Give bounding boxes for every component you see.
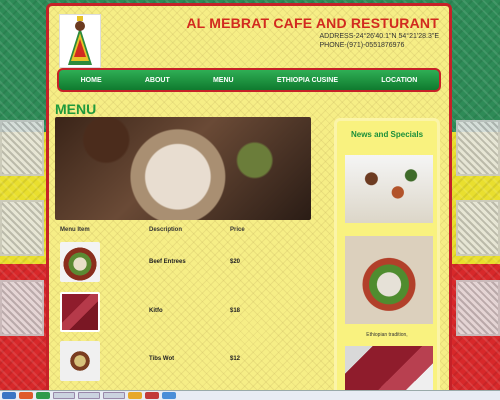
site-logo — [59, 14, 101, 68]
nav-home[interactable]: HOME — [81, 77, 102, 84]
app-icon[interactable] — [36, 392, 50, 399]
menu-item-price: $18 — [230, 308, 241, 314]
start-icon[interactable] — [2, 392, 16, 399]
menu-item-name: Kitfo — [149, 308, 163, 314]
column-header-description: Description — [149, 227, 183, 233]
menu-item-image — [60, 242, 100, 282]
taskbar-window-button[interactable] — [53, 392, 75, 399]
app-icon[interactable] — [162, 392, 176, 399]
site-title: AL MEBRAT CAFE AND RESTURANT — [186, 15, 439, 31]
app-icon[interactable] — [145, 392, 159, 399]
side-pattern-tile — [0, 120, 44, 176]
nav-location[interactable]: LOCATION — [381, 77, 417, 84]
side-pattern-tile — [0, 280, 44, 336]
menu-item-image — [60, 292, 100, 332]
folder-icon[interactable] — [128, 392, 142, 399]
menu-item-price: $20 — [230, 259, 241, 265]
nav-menu[interactable]: MENU — [213, 77, 234, 84]
side-pattern-tile — [456, 120, 500, 176]
contact-info: ADDRESS-24°26'40.1"N 54°21'28.3"E PHONE-… — [320, 32, 439, 50]
column-header-price: Price — [230, 227, 245, 233]
menu-heading: MENU — [55, 101, 97, 117]
taskbar-window-button[interactable] — [78, 392, 100, 399]
news-photo-platter — [345, 236, 433, 324]
news-title: News and Specials — [350, 130, 424, 139]
phone-text: PHONE-(971)-0551876976 — [319, 42, 405, 49]
side-pattern-tile — [0, 200, 44, 256]
news-caption: Ethiopian tradition, — [366, 332, 408, 338]
address-text: ADDRESS-24°26'40.1"N 54°21'28.3"E — [319, 33, 439, 40]
taskbar-window-button[interactable] — [103, 392, 125, 399]
news-sidebar: News and Specials Ethiopian tradition, — [334, 118, 440, 398]
column-header-item: Menu Item — [60, 227, 90, 233]
menu-item-price: $12 — [230, 356, 241, 362]
browser-icon[interactable] — [19, 392, 33, 399]
taskbar — [0, 390, 500, 400]
menu-item-name: Beef Entrees — [149, 259, 186, 265]
main-nav: HOME ABOUT MENU ETHIOPIA CUSINE LOCATION — [57, 68, 441, 92]
menu-item-name: Tibs Wot — [149, 356, 175, 362]
nav-about[interactable]: ABOUT — [145, 77, 170, 84]
news-photo-spices — [345, 155, 433, 223]
nav-ethiopia-cusine[interactable]: ETHIOPIA CUSINE — [277, 77, 338, 84]
side-pattern-tile — [456, 200, 500, 256]
menu-item-image — [60, 341, 100, 381]
side-pattern-tile — [456, 280, 500, 336]
page-container: AL MEBRAT CAFE AND RESTURANT ADDRESS-24°… — [46, 3, 452, 398]
hero-photo — [55, 117, 311, 220]
